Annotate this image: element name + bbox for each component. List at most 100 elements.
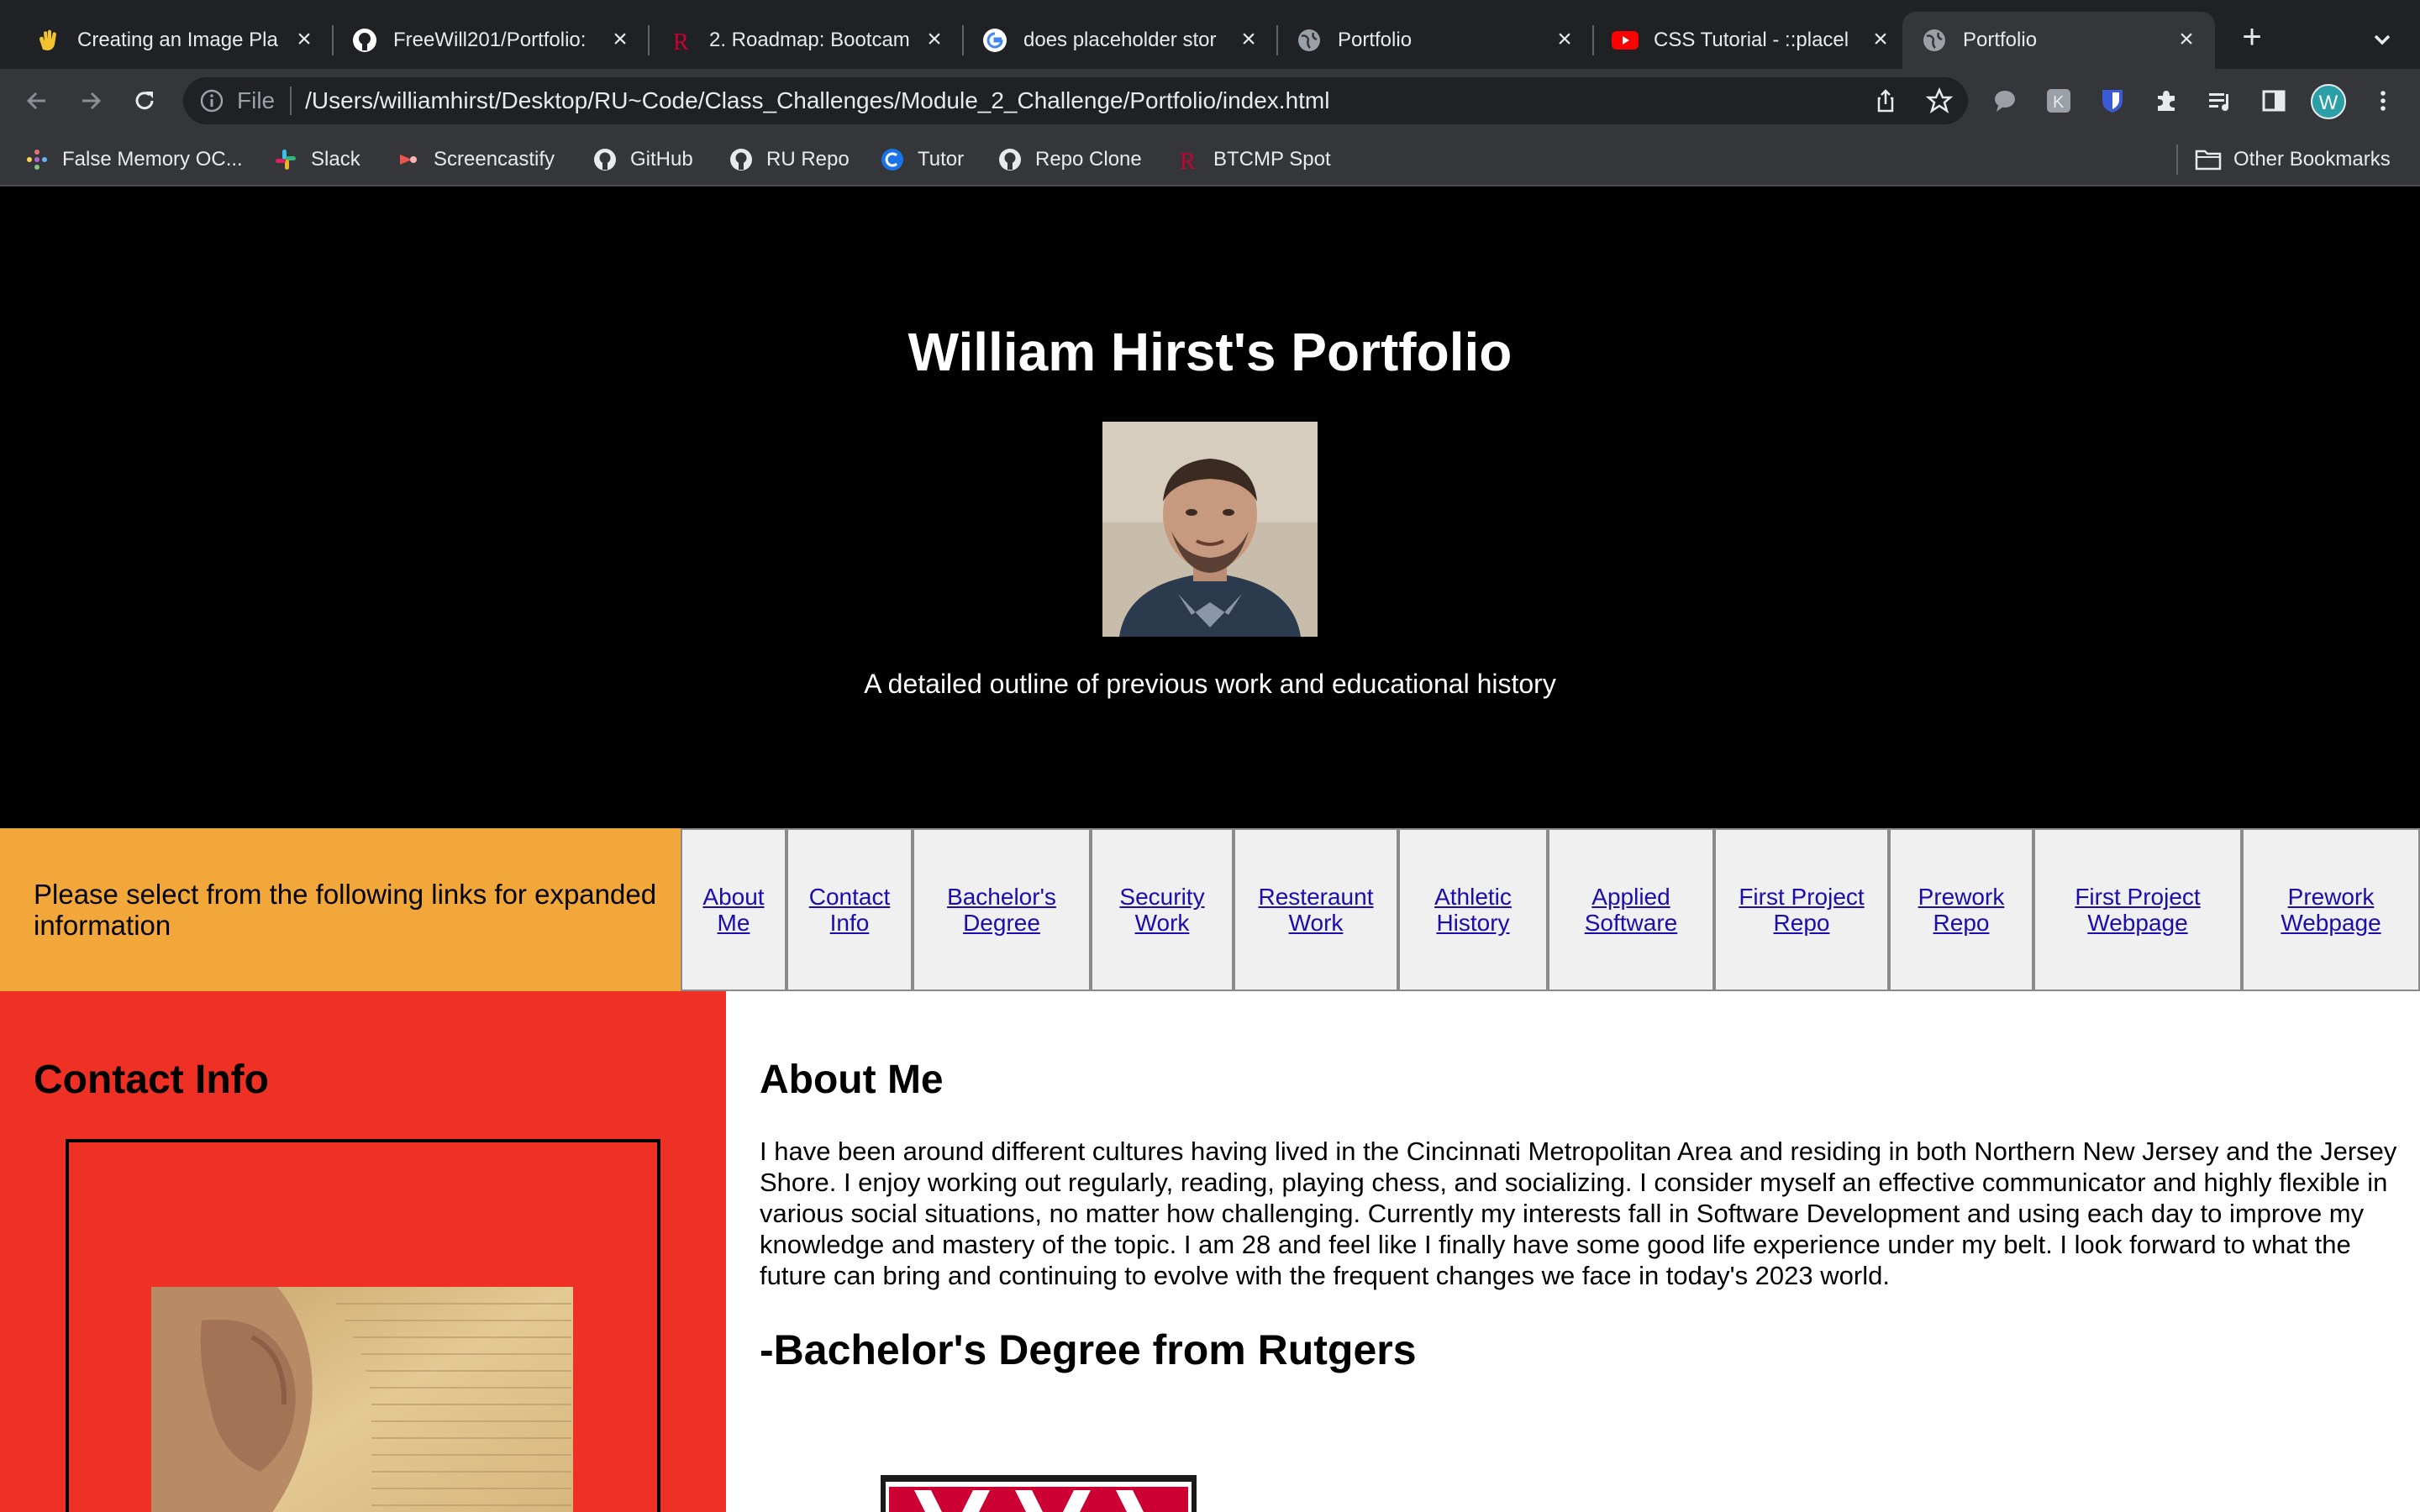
github-icon [592,146,618,173]
nav-link-bachelors-degree[interactable]: Bachelor's Degree [913,828,1091,991]
contact-sidebar: Contact Info [0,991,726,1512]
tab-creating-image[interactable]: Creating an Image Pla × [17,12,334,69]
svg-text:R: R [673,29,689,53]
nav-link-text[interactable]: About Me [687,884,780,936]
close-tab-icon[interactable]: × [1551,27,1578,54]
tab-github-portfolio[interactable]: FreeWill201/Portfolio: × [333,12,650,69]
k-extension-icon[interactable]: K [2040,82,2077,119]
bookmark-star-icon[interactable] [1923,84,1956,118]
nav-link-first-project-repo[interactable]: First Project Repo [1714,828,1889,991]
nav-link-security-work[interactable]: Security Work [1091,828,1234,991]
nav-link-text[interactable]: Applied Software [1555,884,1707,936]
tab-search-chevron-icon[interactable] [2368,25,2396,54]
close-tab-icon[interactable]: × [921,27,948,54]
bookmark-label: BTCMP Spot [1213,148,1331,171]
bookmark-repo-clone[interactable]: Repo Clone [997,143,1142,176]
tab-portfolio[interactable]: Portfolio × [1277,12,1594,69]
nav-link-resteraunt-work[interactable]: Resteraunt Work [1234,828,1398,991]
bookmark-btcmp-spot[interactable]: R BTCMP Spot [1175,143,1331,176]
kebab-menu-icon[interactable] [2365,82,2402,119]
bookmark-label: RU Repo [766,148,850,171]
close-tab-icon[interactable]: × [607,27,634,54]
tab-css-tutorial[interactable]: CSS Tutorial - ::placel × [1593,12,1909,69]
nav-link-text[interactable]: Prework Repo [1896,884,2027,936]
nav-prompt: Please select from the following links f… [34,879,657,941]
bookmarks-separator [2176,144,2178,175]
other-bookmarks[interactable]: Other Bookmarks [2195,143,2391,176]
media-queue-icon[interactable] [2202,82,2238,119]
reload-button[interactable] [126,82,163,119]
profile-avatar[interactable]: W [2311,84,2346,119]
share-icon[interactable] [1869,84,1902,118]
nav-link-text[interactable]: First Project Repo [1721,884,1882,936]
bookmark-label: Screencastify [434,148,555,171]
back-button[interactable] [18,82,55,119]
tab-title: FreeWill201/Portfolio: [393,29,587,51]
bookmark-ru-repo[interactable]: RU Repo [728,143,850,176]
forward-arrow-icon [82,92,102,110]
nav-link-text[interactable]: Security Work [1097,884,1227,936]
nav-link-prework-webpage[interactable]: Prework Webpage [2242,828,2420,991]
youtube-icon [1612,27,1639,54]
side-panel-icon[interactable] [2255,82,2292,119]
bookmark-false-memory[interactable]: False Memory OC... [24,143,243,176]
chat-bubble-extension-icon[interactable] [1986,82,2023,119]
bookmark-label: False Memory OC... [62,148,243,171]
wave-hand-icon [35,27,62,54]
bookmark-screencastify[interactable]: Screencastify [395,143,555,176]
dots-icon [24,146,50,173]
nav-link-athletic-history[interactable]: Athletic History [1398,828,1548,991]
new-tab-button[interactable]: + [2235,20,2269,55]
browser-toolbar: File /Users/williamhirst/Desktop/RU~Code… [0,69,2420,133]
close-tab-icon[interactable]: × [1867,27,1894,54]
about-heading: About Me [760,1058,944,1102]
nav-link-about-me[interactable]: About Me [681,828,786,991]
hero-header: William Hirst's Portfolio A detailed out… [0,186,2420,828]
screencastify-icon [395,146,422,173]
github-icon [351,27,378,54]
tab-title: 2. Roadmap: Bootcam [709,29,910,51]
tab-title: does placeholder stor [1023,29,1217,51]
bookmark-tutor[interactable]: Tutor [879,143,964,176]
tab-title: Portfolio [1338,29,1413,51]
nav-link-text[interactable]: First Project Webpage [2040,884,2235,936]
site-info-icon[interactable] [198,87,225,114]
bookmark-label: Repo Clone [1035,148,1142,171]
bookmark-slack[interactable]: Slack [272,143,360,176]
tab-google-search[interactable]: does placeholder stor × [963,12,1278,69]
bookmark-github[interactable]: GitHub [592,143,693,176]
reload-icon [135,92,154,110]
url-text[interactable]: /Users/williamhirst/Desktop/RU~Code/Clas… [305,87,1329,114]
bookmarks-bar: False Memory OC... Slack Screencastify G… [0,133,2420,186]
back-arrow-icon [26,92,45,110]
address-bar[interactable]: File /Users/williamhirst/Desktop/RU~Code… [183,77,1968,124]
close-tab-icon[interactable]: × [2173,27,2200,54]
contact-book-image [151,1287,573,1512]
nav-link-text[interactable]: Contact Info [793,884,906,936]
nav-bar: Please select from the following links f… [0,828,2420,991]
nav-link-text[interactable]: Bachelor's Degree [919,884,1084,936]
svg-text:R: R [1180,149,1196,171]
main-content: About Me I have been around different cu… [726,991,2420,1512]
nav-link-text[interactable]: Athletic History [1405,884,1541,936]
page-title: William Hirst's Portfolio [908,322,1512,382]
tab-title: Portfolio [1963,29,2038,51]
profile-photo [1102,422,1318,637]
tab-strip: Creating an Image Pla × FreeWill201/Port… [0,0,2420,69]
forward-button[interactable] [72,82,109,119]
bookmark-label: Tutor [918,148,965,171]
tab-title: CSS Tutorial - ::placel [1654,29,1849,51]
bitwarden-shield-icon[interactable] [2094,82,2131,119]
nav-link-contact-info[interactable]: Contact Info [786,828,913,991]
omnibox-divider [290,87,292,115]
close-tab-icon[interactable]: × [1235,27,1262,54]
nav-link-text[interactable]: Resteraunt Work [1240,884,1392,936]
close-tab-icon[interactable]: × [291,27,318,54]
tab-roadmap[interactable]: R 2. Roadmap: Bootcam × [649,12,964,69]
nav-link-text[interactable]: Prework Webpage [2249,884,2413,936]
nav-link-prework-repo[interactable]: Prework Repo [1889,828,2033,991]
nav-link-applied-software[interactable]: Applied Software [1548,828,1714,991]
nav-link-first-project-webpage[interactable]: First Project Webpage [2033,828,2242,991]
extensions-puzzle-icon[interactable] [2148,82,2185,119]
tab-portfolio-active[interactable]: Portfolio × [1902,12,2215,69]
